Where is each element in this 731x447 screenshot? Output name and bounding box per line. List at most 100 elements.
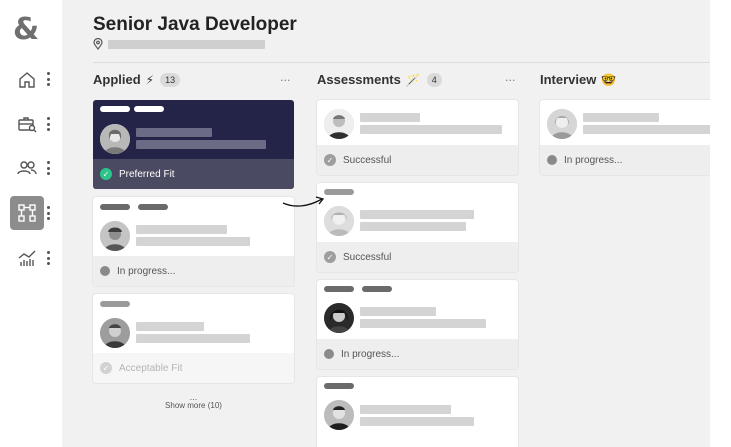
candidate-avatar	[100, 221, 130, 251]
candidate-avatar	[324, 206, 354, 236]
location-placeholder	[108, 39, 265, 49]
candidate-name-placeholder	[360, 210, 474, 219]
column-assessments-header: Assessments 🪄 4	[317, 72, 442, 87]
tag-pill	[324, 189, 354, 195]
column-count-badge: 13	[160, 72, 181, 87]
sidebar-item-workflow-menu[interactable]	[46, 206, 50, 220]
magic-wand-icon: 🪄	[405, 72, 421, 87]
candidate-card[interactable]: ✓ Successful	[317, 100, 518, 175]
candidate-name-placeholder	[360, 307, 436, 316]
candidate-avatar	[100, 124, 130, 154]
tag-pill	[362, 286, 392, 292]
candidate-card[interactable]: ✓ Successful	[317, 183, 518, 272]
check-circle-icon: ✓	[100, 168, 112, 180]
candidate-card[interactable]: In progress...	[540, 100, 710, 175]
candidate-card[interactable]: In progress...	[317, 280, 518, 369]
sidebar-item-jobs-menu[interactable]	[46, 117, 50, 131]
sidebar-item-analytics[interactable]	[10, 241, 44, 275]
column-interview-header: Interview 🤓	[540, 72, 616, 87]
card-status: In progress...	[93, 256, 294, 286]
card-status: ✓ Successful	[317, 242, 518, 272]
location-pin-icon	[93, 38, 103, 50]
tag-pill	[324, 383, 354, 389]
briefcase-search-icon	[18, 117, 37, 133]
nerd-face-icon: 🤓	[601, 72, 617, 87]
candidate-detail-placeholder	[136, 237, 250, 246]
tag-pill	[324, 286, 354, 292]
card-status: ✓ Preferred Fit	[93, 159, 294, 189]
show-more-button[interactable]: ... Show more (10)	[93, 394, 294, 411]
sidebar-item-people[interactable]	[10, 151, 44, 185]
candidate-avatar	[100, 318, 130, 348]
check-circle-icon: ✓	[324, 154, 336, 166]
column-applied-header: Applied ⚡ 13	[93, 72, 181, 87]
status-dot-icon	[547, 155, 557, 165]
sidebar-item-home[interactable]	[10, 63, 44, 97]
candidate-detail-placeholder	[136, 140, 266, 149]
tag-pill	[100, 106, 130, 112]
status-dot-icon	[324, 349, 334, 359]
candidate-detail-placeholder	[360, 417, 474, 426]
check-circle-icon: ✓	[324, 251, 336, 263]
tag-pill	[100, 204, 130, 210]
header-divider	[93, 62, 710, 63]
status-label: In progress...	[564, 154, 623, 166]
candidate-card[interactable]	[317, 377, 518, 447]
candidate-detail-placeholder	[360, 222, 466, 231]
candidate-card[interactable]: ✓ Preferred Fit	[93, 100, 294, 189]
candidate-detail-placeholder	[583, 125, 710, 134]
status-label: Successful	[343, 154, 392, 166]
show-more-label: Show more (10)	[165, 401, 222, 410]
sidebar-item-jobs[interactable]	[10, 107, 44, 141]
app-logo[interactable]: &	[13, 12, 39, 47]
card-status: ✓ Acceptable Fit	[93, 353, 294, 383]
check-circle-icon: ✓	[100, 362, 112, 374]
candidate-name-placeholder	[136, 225, 227, 234]
sidebar-item-home-menu[interactable]	[46, 72, 50, 86]
lightning-icon: ⚡	[145, 72, 155, 87]
status-label: Acceptable Fit	[119, 362, 183, 374]
column-title: Interview	[540, 72, 597, 87]
sidebar-item-analytics-menu[interactable]	[46, 251, 50, 265]
analytics-icon	[18, 250, 36, 266]
drag-arrow-icon	[282, 196, 325, 207]
column-count-badge: 4	[426, 72, 442, 87]
candidate-detail-placeholder	[360, 319, 486, 328]
candidate-avatar	[324, 400, 354, 430]
people-icon	[17, 161, 37, 175]
status-label: In progress...	[341, 348, 400, 360]
status-label: Preferred Fit	[119, 168, 175, 180]
page-title: Senior Java Developer	[93, 14, 297, 35]
column-applied-menu[interactable]: ···	[280, 74, 291, 87]
home-icon	[19, 72, 35, 88]
candidate-avatar	[324, 303, 354, 333]
candidate-card[interactable]: ✓ Acceptable Fit	[93, 294, 294, 383]
card-status: ✓ Successful	[317, 145, 518, 175]
sidebar-item-people-menu[interactable]	[46, 161, 50, 175]
tag-pill	[134, 106, 164, 112]
candidate-name-placeholder	[136, 322, 204, 331]
candidate-card[interactable]: In progress...	[93, 197, 294, 286]
workflow-icon	[18, 204, 36, 222]
tag-pill	[100, 301, 130, 307]
candidate-name-placeholder	[360, 405, 451, 414]
page-margin	[710, 0, 731, 447]
sidebar-item-workflow[interactable]	[10, 196, 44, 230]
card-status: In progress...	[540, 145, 710, 175]
pipeline-board: Senior Java Developer Applied ⚡ 13 ··· ✓…	[62, 0, 710, 447]
sidebar: &	[0, 0, 62, 447]
column-assessments-menu[interactable]: ···	[505, 74, 516, 87]
candidate-detail-placeholder	[360, 125, 502, 134]
column-title: Applied	[93, 72, 141, 87]
job-location	[93, 38, 265, 50]
status-label: In progress...	[117, 265, 176, 277]
status-dot-icon	[100, 266, 110, 276]
tag-pill	[138, 204, 168, 210]
candidate-name-placeholder	[360, 113, 420, 122]
status-label: Successful	[343, 251, 392, 263]
candidate-avatar	[547, 109, 577, 139]
column-title: Assessments	[317, 72, 401, 87]
candidate-name-placeholder	[583, 113, 659, 122]
card-status: In progress...	[317, 339, 518, 369]
candidate-detail-placeholder	[136, 334, 250, 343]
